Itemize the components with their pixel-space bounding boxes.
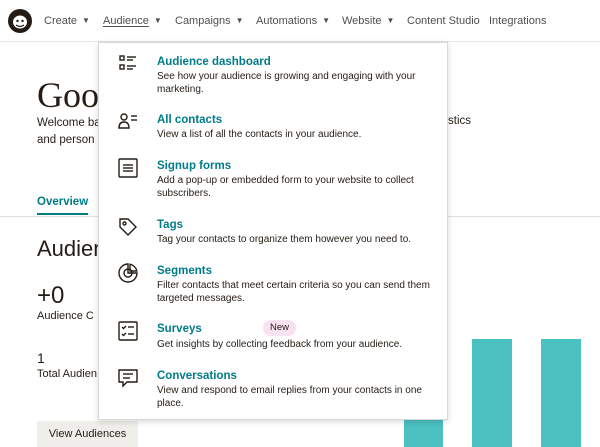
form-icon — [118, 158, 138, 178]
nav-automations[interactable]: Automations ▼ — [256, 14, 330, 28]
nav-automations-label: Automations — [256, 15, 318, 27]
top-navigation: Create ▼ Audience ▼ Campaigns ▼ Automations… — [0, 0, 600, 42]
menu-item-segments[interactable]: Segments Filter contacts that meet certa… — [99, 262, 449, 308]
menu-item-title: All contacts — [157, 114, 223, 126]
new-badge: New — [263, 320, 297, 336]
chevron-down-icon: ▼ — [386, 16, 395, 25]
menu-item-title: Surveys New — [157, 320, 297, 336]
menu-item-title: Tags — [157, 219, 183, 231]
total-audience-label: Total Audien — [37, 368, 97, 380]
menu-item-all-contacts[interactable]: All contacts View a list of all the cont… — [99, 111, 449, 143]
chevron-down-icon: ▼ — [82, 16, 90, 25]
nav-create[interactable]: Create ▼ — [44, 14, 90, 28]
menu-item-surveys[interactable]: Surveys New Get insights by collecting f… — [99, 320, 449, 352]
view-audiences-button[interactable]: View Audiences — [37, 421, 138, 447]
audience-change-value: +0 — [37, 282, 65, 309]
menu-item-conversations[interactable]: Conversations View and respond to email … — [99, 367, 449, 413]
menu-item-description: Filter contacts that meet certain criter… — [157, 280, 430, 304]
menu-item-description: Get insights by collecting feedback from… — [157, 339, 403, 350]
audience-section-title: Audien — [37, 236, 106, 261]
menu-item-description: Add a pop-up or embedded form to your we… — [157, 175, 414, 199]
nav-website-label: Website — [342, 15, 382, 27]
nav-audience[interactable]: Audience ▼ — [103, 14, 162, 28]
audience-dropdown-menu: Audience dashboard See how your audience… — [98, 42, 448, 420]
menu-item-title: Audience dashboard — [157, 56, 271, 68]
welcome-line-2: and person — [37, 134, 95, 146]
menu-item-tags[interactable]: Tags Tag your contacts to organize them … — [99, 216, 449, 248]
segments-icon — [118, 263, 138, 283]
audience-change-label: Audience C — [37, 310, 94, 322]
conversation-icon — [118, 369, 138, 388]
mailchimp-logo-icon[interactable] — [7, 8, 33, 34]
nav-campaigns-label: Campaigns — [175, 15, 231, 27]
menu-item-description: View a list of all the contacts in your … — [157, 129, 362, 140]
chevron-down-icon: ▼ — [235, 16, 244, 25]
welcome-text: Welcome ba and person — [37, 115, 107, 149]
menu-item-audience-dashboard[interactable]: Audience dashboard See how your audience… — [99, 53, 449, 99]
survey-icon — [118, 321, 138, 341]
nav-integrations-label: Integrations — [489, 15, 547, 27]
nav-audience-label: Audience — [103, 15, 149, 27]
menu-item-title: Signup forms — [157, 160, 232, 172]
menu-item-description: View and respond to email replies from y… — [157, 385, 422, 409]
chevron-down-icon: ▼ — [322, 16, 331, 25]
welcome-line-1: Welcome ba — [37, 117, 101, 129]
nav-content-studio-label: Content Studio — [407, 15, 480, 27]
welcome-text-right: stics — [448, 115, 471, 127]
menu-item-title: Segments — [157, 265, 212, 277]
contacts-icon — [118, 113, 137, 129]
tab-overview[interactable]: Overview — [37, 196, 89, 215]
menu-item-title-text: Surveys — [157, 323, 202, 335]
chart-bar — [472, 339, 512, 447]
menu-item-title: Conversations — [157, 370, 237, 382]
chart-bar — [541, 339, 581, 447]
tag-icon — [119, 218, 137, 236]
nav-integrations[interactable]: Integrations — [489, 14, 546, 28]
menu-item-signup-forms[interactable]: Signup forms Add a pop-up or embedded fo… — [99, 157, 449, 203]
nav-create-label: Create — [44, 15, 78, 27]
nav-campaigns[interactable]: Campaigns ▼ — [175, 14, 244, 28]
nav-content-studio[interactable]: Content Studio — [407, 14, 480, 28]
nav-website[interactable]: Website ▼ — [342, 14, 394, 28]
total-audience-value: 1 — [37, 350, 45, 366]
menu-item-description: Tag your contacts to organize them howev… — [157, 234, 412, 245]
dashboard-icon — [119, 55, 136, 70]
menu-item-description: See how your audience is growing and eng… — [157, 71, 416, 95]
chevron-down-icon: ▼ — [153, 16, 162, 25]
